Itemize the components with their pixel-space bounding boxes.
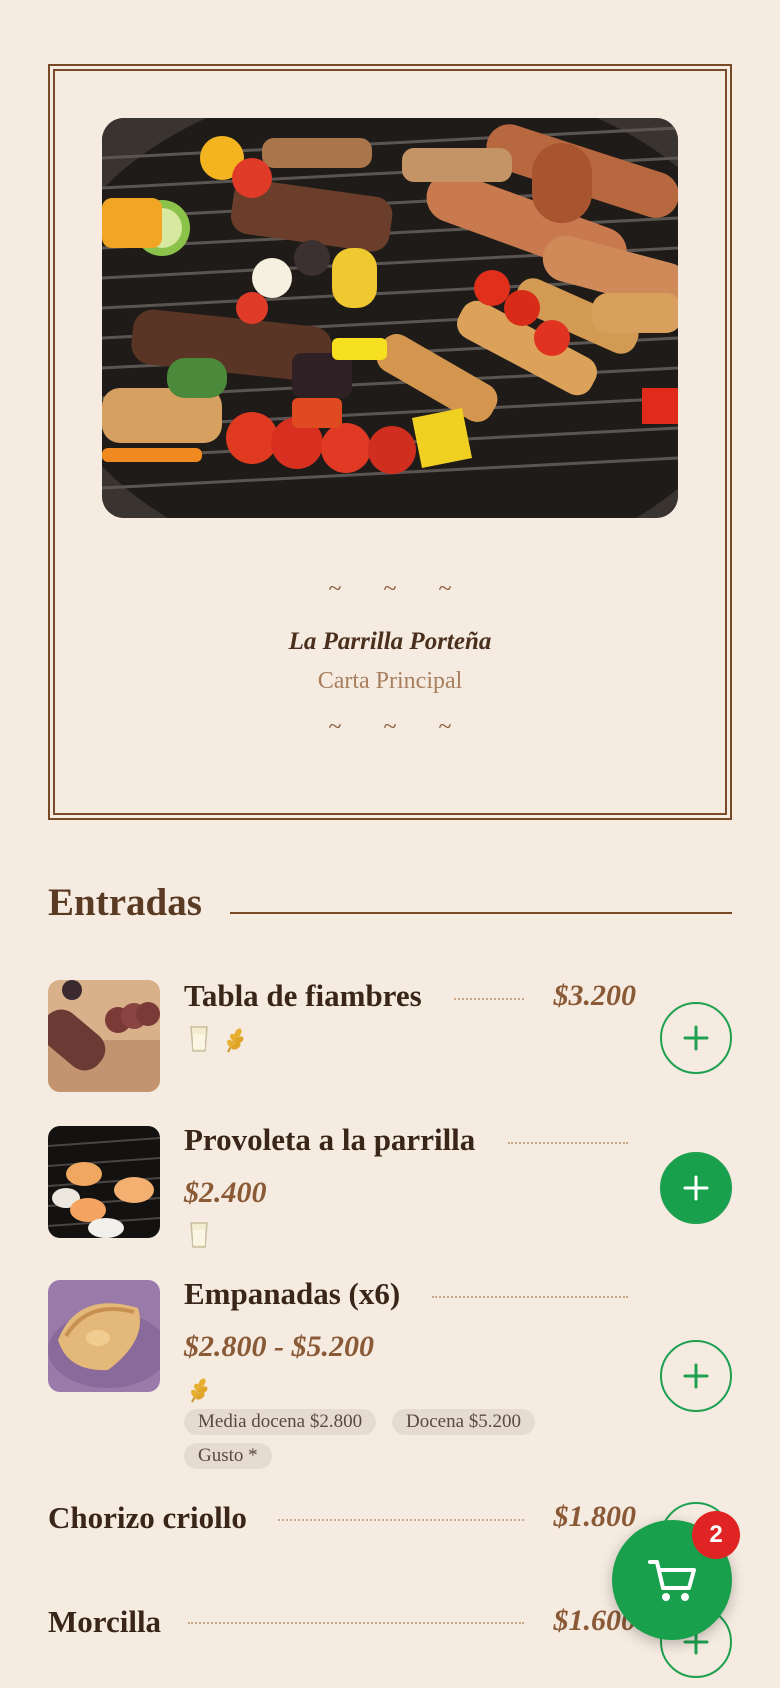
item-leader-dots	[278, 1519, 524, 1521]
hero-grill-image	[102, 118, 678, 518]
item-thumbnail	[48, 980, 160, 1092]
option-chip[interactable]: Gusto *	[184, 1443, 272, 1469]
milk-icon	[186, 1220, 212, 1250]
item-name: Empanadas (x6)	[184, 1276, 401, 1311]
item-price: $1.800	[553, 1500, 637, 1533]
wheat-icon	[186, 1374, 212, 1404]
item-thumbnail	[48, 1126, 160, 1238]
item-leader-dots	[508, 1142, 628, 1144]
restaurant-header-card: ~ ~ ~ La Parrilla Porteña Carta Principa…	[48, 64, 732, 820]
add-to-cart-button[interactable]	[660, 1002, 732, 1074]
item-price: $2.800 - $5.200	[184, 1330, 374, 1363]
item-allergen-icons	[186, 1220, 212, 1250]
wheat-icon	[222, 1024, 248, 1054]
add-to-cart-button[interactable]	[660, 1340, 732, 1412]
item-price: $2.400	[184, 1176, 267, 1209]
plus-icon	[683, 1025, 709, 1051]
menu-subtitle: Carta Principal	[317, 668, 463, 694]
item-thumbnail	[48, 1280, 160, 1392]
restaurant-name: La Parrilla Porteña	[288, 628, 492, 655]
item-leader-dots	[432, 1296, 628, 1298]
ornament-bottom: ~ ~ ~	[328, 714, 470, 740]
option-chip[interactable]: Media docena $2.800	[184, 1409, 377, 1435]
ornament-top: ~ ~ ~	[328, 576, 470, 602]
item-allergen-icons	[186, 1024, 248, 1054]
section-divider	[230, 912, 732, 914]
item-price: $3.200	[553, 979, 637, 1012]
item-allergen-icons	[186, 1374, 212, 1404]
item-price: $1.600	[553, 1604, 637, 1637]
milk-icon	[186, 1024, 212, 1054]
item-name: Provoleta a la parrilla	[184, 1122, 476, 1157]
item-name: Tabla de fiambres	[184, 978, 422, 1013]
item-name: Morcilla	[48, 1604, 162, 1639]
section-title: Entradas	[48, 881, 202, 924]
cart-count-badge: 2	[692, 1511, 740, 1559]
item-name: Chorizo criollo	[48, 1500, 247, 1535]
cart-icon	[648, 1560, 696, 1601]
plus-icon	[683, 1363, 709, 1389]
add-to-cart-button[interactable]	[660, 1152, 732, 1224]
plus-icon	[683, 1175, 709, 1201]
option-chip[interactable]: Docena $5.200	[392, 1409, 536, 1435]
item-leader-dots	[188, 1622, 524, 1624]
